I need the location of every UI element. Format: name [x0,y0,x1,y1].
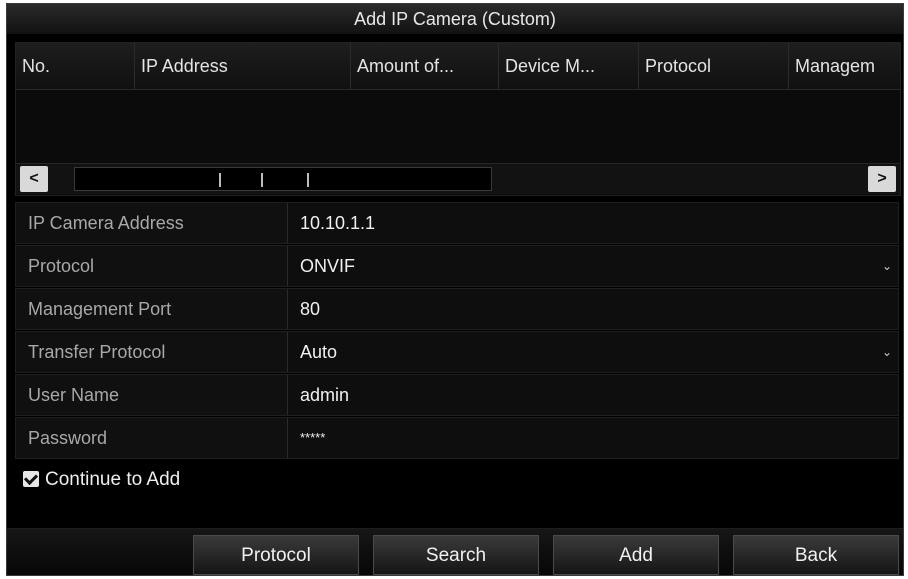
back-button[interactable]: Back [733,535,899,575]
horizontal-scrollbar[interactable]: < > [16,163,900,194]
protocol-button[interactable]: Protocol [193,535,359,575]
user-name-field[interactable]: admin [288,375,898,415]
scroll-tick [307,173,309,187]
transfer-protocol-row: Transfer Protocol Auto ⌄ [15,331,899,373]
column-header-amount[interactable]: Amount of... [350,43,498,89]
user-name-label: User Name [16,375,288,415]
continue-to-add-label: Continue to Add [45,469,181,490]
chevron-down-icon[interactable]: ⌄ [882,246,892,286]
dialog-title: Add IP Camera (Custom) [7,4,903,34]
scroll-left-button[interactable]: < [20,166,48,192]
scroll-tick [261,173,263,187]
protocol-label: Protocol [16,246,288,286]
password-field[interactable]: ***** [288,418,898,458]
button-bar: Protocol Search Add Back [7,528,903,575]
protocol-value: ONVIF [300,256,356,276]
table-header: No. IP Address Amount of... Device M... … [16,43,900,90]
protocol-select[interactable]: ONVIF ⌄ [288,246,898,286]
scroll-right-button[interactable]: > [868,166,896,192]
add-ip-camera-dialog: Add IP Camera (Custom) No. IP Address Am… [6,3,904,576]
column-header-device-model[interactable]: Device M... [498,43,638,89]
ip-camera-address-label: IP Camera Address [16,203,288,243]
device-table: No. IP Address Amount of... Device M... … [15,42,901,196]
column-header-protocol[interactable]: Protocol [638,43,788,89]
scroll-tick [219,173,221,187]
camera-form: IP Camera Address 10.10.1.1 Protocol ONV… [15,202,899,460]
protocol-row: Protocol ONVIF ⌄ [15,245,899,287]
user-name-row: User Name admin [15,374,899,416]
management-port-field[interactable]: 80 [288,289,898,329]
ip-camera-address-field[interactable]: 10.10.1.1 [288,203,898,243]
password-row: Password ***** [15,417,899,459]
ip-camera-address-row: IP Camera Address 10.10.1.1 [15,202,899,244]
continue-to-add-checkbox[interactable]: Continue to Add [23,468,180,492]
search-button[interactable]: Search [373,535,539,575]
chevron-down-icon[interactable]: ⌄ [882,332,892,372]
management-port-label: Management Port [16,289,288,329]
column-header-no[interactable]: No. [16,43,134,89]
column-header-management[interactable]: Managem [788,43,900,89]
transfer-protocol-select[interactable]: Auto ⌄ [288,332,898,372]
management-port-row: Management Port 80 [15,288,899,330]
transfer-protocol-value: Auto [300,342,338,362]
column-header-ip-address[interactable]: IP Address [134,43,350,89]
transfer-protocol-label: Transfer Protocol [16,332,288,372]
add-button[interactable]: Add [553,535,719,575]
password-label: Password [16,418,288,458]
checkbox-checked-icon[interactable] [23,471,39,487]
scroll-track[interactable] [74,167,492,191]
